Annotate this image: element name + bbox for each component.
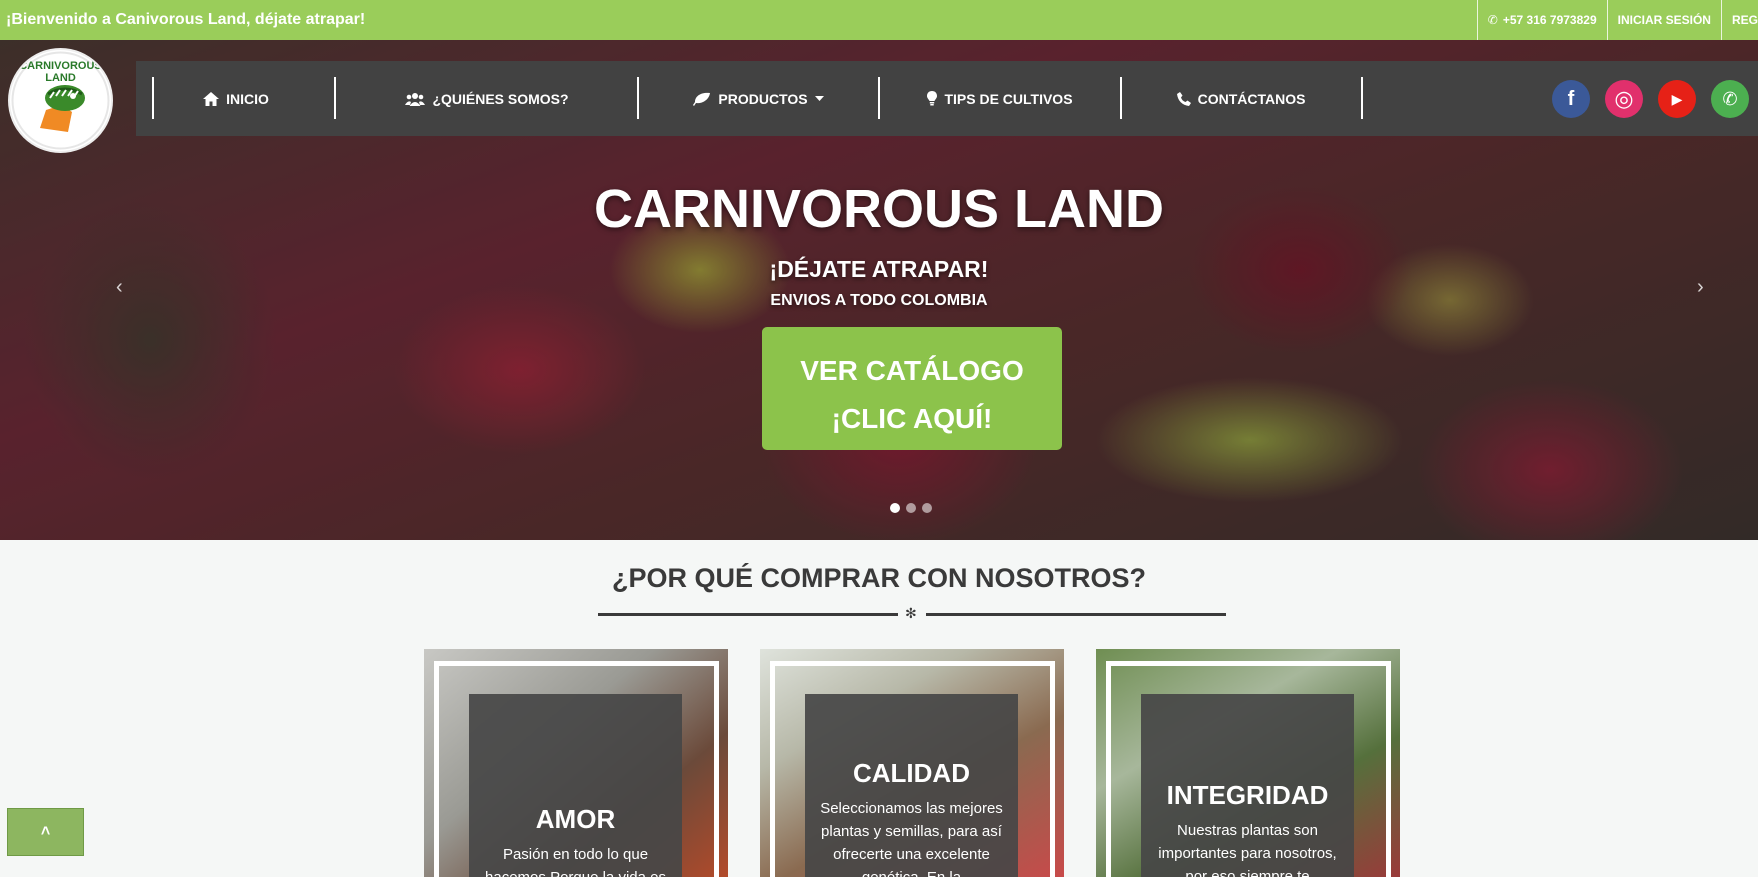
feature-card-amor: AMOR Pasión en todo lo que hacemos Porqu… bbox=[424, 649, 728, 877]
hero-title: CARNIVOROUS LAND bbox=[593, 179, 1164, 239]
card-title: CALIDAD bbox=[853, 758, 970, 788]
nav-label: ¿QUIÉNES SOMOS? bbox=[432, 90, 569, 107]
nav-label: TIPS DE CULTIVOS bbox=[944, 90, 1073, 107]
card-panel: CALIDAD Seleccionamos las mejores planta… bbox=[805, 694, 1018, 877]
card-panel: AMOR Pasión en todo lo que hacemos Porqu… bbox=[469, 694, 682, 877]
users-icon bbox=[405, 92, 426, 106]
carousel-dot-2[interactable] bbox=[906, 503, 916, 513]
nav-divider bbox=[1361, 77, 1363, 119]
card-description: Seleccionamos las mejores plantas y semi… bbox=[820, 800, 1003, 877]
card-description: Pasión en todo lo que hacemos Porque la … bbox=[485, 846, 666, 877]
separator bbox=[1720, 0, 1722, 40]
section-title: ¿POR QUÉ COMPRAR CON NOSOTROS? bbox=[611, 563, 1146, 593]
nav-label: INICIO bbox=[226, 90, 269, 107]
nav-item-productos[interactable]: PRODUCTOS bbox=[639, 61, 878, 136]
feature-card-integridad: INTEGRIDAD Nuestras plantas son importan… bbox=[1096, 649, 1400, 877]
welcome-message: ¡Bienvenido a Canivorous Land, déjate at… bbox=[6, 11, 366, 28]
login-link[interactable]: INICIAR SESIÓN bbox=[1608, 0, 1721, 40]
view-catalog-button[interactable]: VER CATÁLOGO ¡CLIC AQUÍ! bbox=[762, 327, 1062, 450]
title-rule-right bbox=[926, 613, 1226, 616]
home-icon bbox=[203, 91, 220, 106]
chevron-up-icon: ˄ bbox=[40, 823, 51, 840]
nav-label: PRODUCTOS bbox=[718, 90, 808, 107]
back-to-top-button[interactable]: ˄ bbox=[7, 808, 84, 856]
nav-item-quienes-somos[interactable]: ¿QUIÉNES SOMOS? bbox=[336, 61, 638, 136]
hero-subtitle: ¡DÉJATE ATRAPAR! bbox=[769, 256, 989, 282]
nav-item-inicio[interactable]: INICIO bbox=[154, 61, 318, 136]
whatsapp-icon[interactable]: ✆ bbox=[1711, 80, 1749, 118]
phone-icon bbox=[1176, 91, 1191, 106]
main-navigation: INICIO ¿QUIÉNES SOMOS? PRODUCTOS TIPS DE… bbox=[136, 61, 1758, 136]
phone-number: +57 316 7973829 bbox=[1502, 13, 1597, 27]
nav-item-contactanos[interactable]: CONTÁCTANOS bbox=[1122, 61, 1360, 136]
separator bbox=[1606, 0, 1608, 40]
carousel-next-icon[interactable]: › bbox=[1697, 276, 1704, 299]
nav-label: CONTÁCTANOS bbox=[1197, 90, 1306, 107]
site-logo[interactable]: CARNIVOROUS LAND bbox=[10, 50, 111, 151]
nav-item-tips-cultivos[interactable]: TIPS DE CULTIVOS bbox=[880, 61, 1120, 136]
whatsapp-small-icon: ✆ bbox=[1487, 13, 1498, 27]
top-bar: ¡Bienvenido a Canivorous Land, déjate at… bbox=[0, 0, 1758, 40]
cta-line-1: VER CATÁLOGO bbox=[800, 355, 1024, 386]
facebook-icon[interactable]: f bbox=[1552, 80, 1590, 118]
snowflake-icon: ✻ bbox=[905, 605, 917, 621]
instagram-icon[interactable]: ◎ bbox=[1605, 80, 1643, 118]
top-bar-links: ✆ +57 316 7973829 INICIAR SESIÓN REG bbox=[1476, 0, 1758, 40]
card-panel: INTEGRIDAD Nuestras plantas son importan… bbox=[1141, 694, 1354, 877]
caret-down-icon bbox=[814, 95, 824, 101]
phone-link[interactable]: ✆ +57 316 7973829 bbox=[1478, 0, 1607, 40]
cta-line-2: ¡CLIC AQUÍ! bbox=[831, 403, 993, 434]
card-title: AMOR bbox=[535, 804, 616, 834]
leaf-icon bbox=[693, 92, 711, 106]
title-rule-left bbox=[598, 613, 898, 616]
lightbulb-icon bbox=[927, 91, 938, 106]
carousel-indicators bbox=[890, 503, 932, 513]
hero-shipping-note: ENVIOS A TODO COLOMBIA bbox=[770, 292, 988, 309]
card-description: Nuestras plantas son importantes para no… bbox=[1158, 822, 1337, 877]
separator bbox=[1476, 0, 1478, 40]
carousel-dot-1[interactable] bbox=[890, 503, 900, 513]
register-link[interactable]: REG bbox=[1722, 0, 1758, 40]
feature-card-calidad: CALIDAD Seleccionamos las mejores planta… bbox=[760, 649, 1064, 877]
carousel-dot-3[interactable] bbox=[922, 503, 932, 513]
carousel-prev-icon[interactable]: ‹ bbox=[116, 276, 123, 299]
card-title: INTEGRIDAD bbox=[1166, 780, 1329, 810]
youtube-icon[interactable]: ▶ bbox=[1658, 80, 1696, 118]
logo-text: CARNIVOROUS LAND bbox=[19, 60, 102, 84]
